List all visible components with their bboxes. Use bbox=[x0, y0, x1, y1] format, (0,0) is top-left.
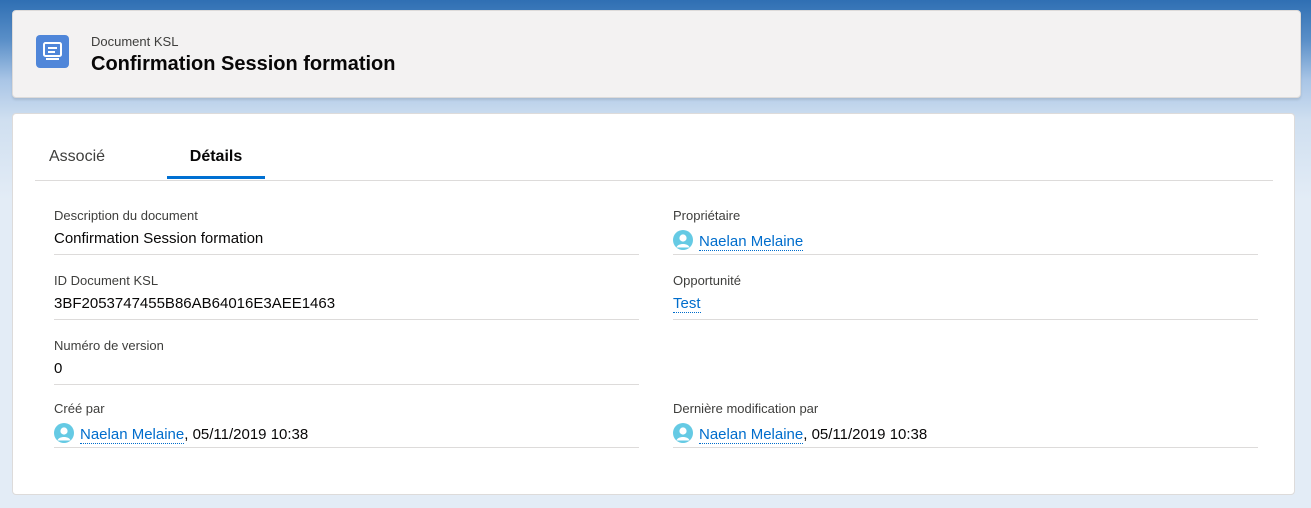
field-value: Naelan Melaine, 05/11/2019 10:38 bbox=[54, 423, 309, 444]
field-created-by: Créé par Naelan Melaine, 05/11/2019 10:3… bbox=[54, 393, 639, 448]
field-label: Propriétaire bbox=[673, 208, 741, 223]
field-label: Description du document bbox=[54, 208, 198, 223]
details-card: Associé Détails Description du document … bbox=[12, 113, 1295, 495]
field-label: Numéro de version bbox=[54, 338, 164, 353]
tab-associe[interactable]: Associé bbox=[49, 146, 129, 179]
field-label: ID Document KSL bbox=[54, 273, 159, 288]
field-value: Naelan Melaine bbox=[673, 230, 804, 251]
user-avatar-icon bbox=[54, 423, 74, 443]
modified-by-user-link[interactable]: Naelan Melaine bbox=[699, 426, 804, 444]
field-document-id: ID Document KSL 3BF2053747455B86AB64016E… bbox=[54, 265, 639, 320]
object-type-label: Document KSL bbox=[91, 34, 179, 49]
field-label: Dernière modification par bbox=[673, 401, 819, 416]
opportunity-link[interactable]: Test bbox=[673, 295, 701, 313]
field-opportunity: Opportunité Test bbox=[673, 265, 1258, 320]
field-version: Numéro de version 0 bbox=[54, 330, 639, 385]
record-title: Confirmation Session formation bbox=[91, 53, 396, 75]
created-date: , 05/11/2019 10:38 bbox=[184, 426, 309, 443]
field-label: Opportunité bbox=[673, 273, 741, 288]
field-value: Test bbox=[673, 295, 701, 313]
created-by-user-link[interactable]: Naelan Melaine bbox=[80, 426, 185, 444]
owner-user-link[interactable]: Naelan Melaine bbox=[699, 233, 804, 251]
field-owner: Propriétaire Naelan Melaine bbox=[673, 200, 1258, 255]
field-modified-by: Dernière modification par Naelan Melaine… bbox=[673, 393, 1258, 448]
document-icon bbox=[36, 35, 69, 68]
field-label: Créé par bbox=[54, 401, 105, 416]
field-value: 3BF2053747455B86AB64016E3AEE1463 bbox=[54, 295, 336, 312]
tab-bar: Associé Détails bbox=[35, 140, 1273, 181]
field-description: Description du document Confirmation Ses… bbox=[54, 200, 639, 255]
record-header: Document KSL Confirmation Session format… bbox=[12, 10, 1301, 98]
field-value: 0 bbox=[54, 360, 63, 377]
modified-date: , 05/11/2019 10:38 bbox=[803, 426, 928, 443]
field-value: Confirmation Session formation bbox=[54, 230, 264, 247]
tab-details[interactable]: Détails bbox=[167, 146, 265, 179]
user-avatar-icon bbox=[673, 423, 693, 443]
user-avatar-icon bbox=[673, 230, 693, 250]
field-value: Naelan Melaine, 05/11/2019 10:38 bbox=[673, 423, 928, 444]
